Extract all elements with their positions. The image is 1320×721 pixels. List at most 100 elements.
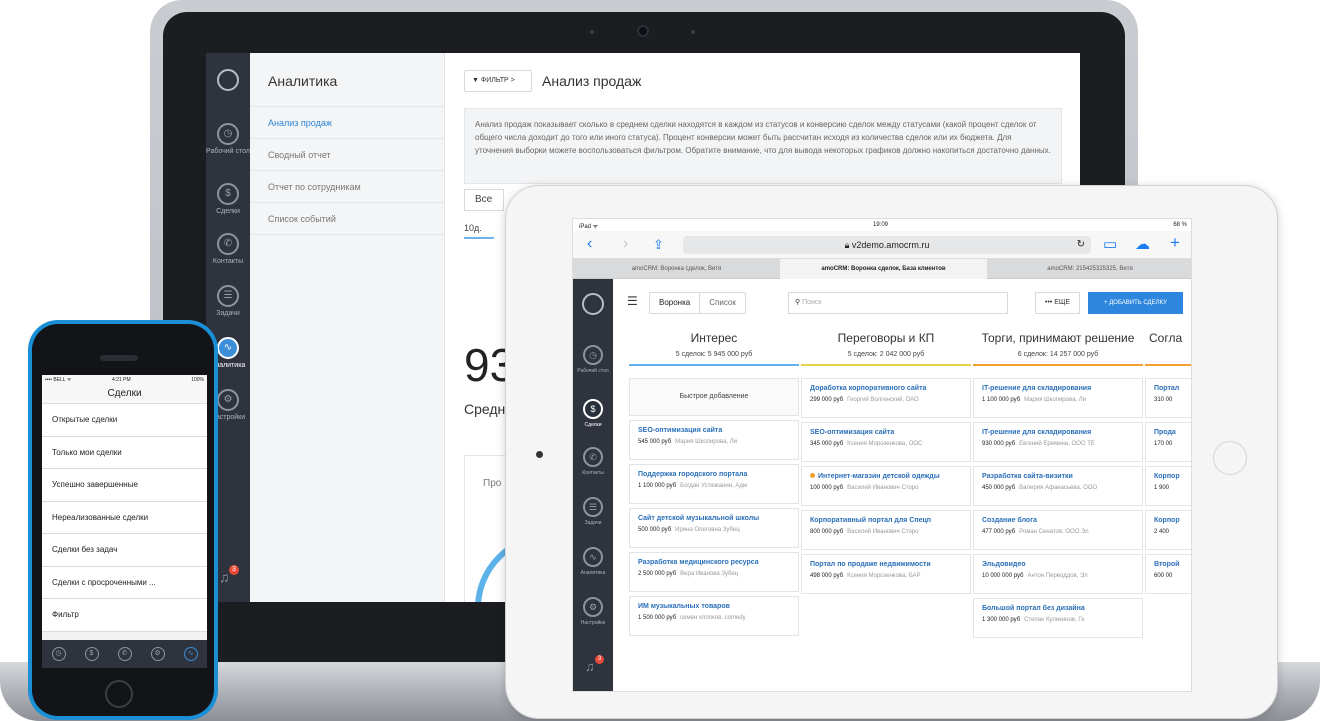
deal-title[interactable]: Прода <box>1154 429 1191 436</box>
list-item-overdue[interactable]: Сделки с просроченными ... <box>42 566 207 599</box>
deal-title[interactable]: SEO-оптимизация сайта <box>638 427 790 434</box>
deal-title[interactable]: Интернет-магазин детской одежды <box>810 473 962 480</box>
list-item-no-tasks[interactable]: Сделки без задач <box>42 534 207 567</box>
deal-title[interactable]: Корпор <box>1154 517 1191 524</box>
list-item-open-deals[interactable]: Открытые сделки <box>42 404 207 437</box>
nav-item-deals[interactable]: $ Сделки <box>573 399 613 428</box>
nav-item-settings[interactable]: ⚙ Настройки <box>573 597 613 626</box>
cloud-icon[interactable]: ☁ <box>1135 235 1150 253</box>
deal-card[interactable]: SEO-оптимизация сайта 545 000 руб Мария Шк… <box>629 420 799 460</box>
nav-item-tasks[interactable]: ☰ Задачи <box>206 285 250 317</box>
deal-card[interactable]: Сайт детской музыкальной школы 500 000 ру… <box>629 508 799 548</box>
list-item-won-deals[interactable]: Успешно завершенные <box>42 469 207 502</box>
deal-card[interactable]: Корпор 2 400 <box>1145 510 1191 550</box>
deal-title[interactable]: Большой портал без дизайна <box>982 605 1134 612</box>
avatar[interactable] <box>217 69 239 91</box>
notifications-button[interactable]: ♫ 3 <box>585 655 604 674</box>
search-input[interactable]: ⚲ Поиск <box>788 292 1008 314</box>
nav-item-dashboard[interactable]: ◷ Рабочий стол <box>573 345 613 374</box>
deal-card[interactable]: Корпоративный портал для Спецп 800 000 ру… <box>801 510 971 550</box>
deal-card[interactable]: ИМ музыкальных товаров 1 500 000 руб семен… <box>629 596 799 636</box>
deal-title[interactable]: Сайт детской музыкальной школы <box>638 515 790 522</box>
back-icon[interactable]: ‹ <box>587 235 592 253</box>
view-list-button[interactable]: Список <box>700 293 745 313</box>
deal-title[interactable]: Разработка медицинского ресурса <box>638 559 790 566</box>
deal-title[interactable]: Поддержка городского портала <box>638 471 790 478</box>
search-placeholder: Поиск <box>802 299 822 306</box>
dollar-icon[interactable]: $ <box>84 647 99 661</box>
deal-card[interactable]: Прода 170 00 <box>1145 422 1191 462</box>
pipeline-select[interactable]: Все <box>464 189 504 211</box>
deal-card[interactable]: Второй 600 00 <box>1145 554 1191 594</box>
nav-item-analytics[interactable]: ∿ Аналитика <box>573 547 613 576</box>
nav-item-contacts[interactable]: ✆ Контакты <box>573 447 613 476</box>
address-bar[interactable]: 🔒︎ v2demo.amocrm.ru ↻ <box>683 236 1091 254</box>
deal-card[interactable]: Интернет-магазин детской одежды 100 000 р… <box>801 466 971 506</box>
bookmarks-icon[interactable]: ▭ <box>1103 235 1117 253</box>
nav-item-dashboard[interactable]: ◷ Рабочий стол <box>206 123 250 155</box>
browser-tab[interactable]: amoCRM: 215425325325, Витя <box>987 259 1191 279</box>
deal-title[interactable]: Портал по продаже недвижимости <box>810 561 962 568</box>
nav-item-deals[interactable]: $ Сделки <box>206 183 250 215</box>
list-item-lost-deals[interactable]: Нереализованные сделки <box>42 501 207 534</box>
deal-contact: Василий Иванович Сторо <box>847 529 919 535</box>
deal-card[interactable]: Корпор 1 900 <box>1145 466 1191 506</box>
sidebar-item-event-list[interactable]: Список событий <box>250 203 444 235</box>
more-button[interactable]: ••• ЕЩЕ <box>1035 292 1080 314</box>
sidebar-item-summary-report[interactable]: Сводный отчет <box>250 139 444 171</box>
deal-title[interactable]: Эльдовидео <box>982 561 1134 568</box>
add-deal-button[interactable]: + ДОБАВИТЬ СДЕЛКУ <box>1088 292 1183 314</box>
sidebar-item-sales-analysis[interactable]: Анализ продаж <box>250 107 444 139</box>
nav-item-contacts[interactable]: ✆ Контакты <box>206 233 250 265</box>
deal-title[interactable]: Разработка сайта-визитки <box>982 473 1134 480</box>
analytics-icon[interactable]: ∿ <box>183 647 198 661</box>
deal-title[interactable]: Создание блога <box>982 517 1134 524</box>
filter-button[interactable]: ▼ ФИЛЬТР > <box>464 70 532 92</box>
deal-title[interactable]: Портал <box>1154 385 1191 392</box>
nav-item-tasks[interactable]: ☰ Задачи <box>573 497 613 526</box>
deal-card[interactable]: Поддержка городского портала 1 100 000 ру… <box>629 464 799 504</box>
deal-title[interactable]: ИМ музыкальных товаров <box>638 603 790 610</box>
forward-icon[interactable]: › <box>623 235 628 253</box>
list-item-filter[interactable]: Фильтр <box>42 599 207 632</box>
deal-card[interactable]: IT-решение для складирования 1 100 000 ру… <box>973 378 1143 418</box>
view-funnel-button[interactable]: Воронка <box>650 293 701 313</box>
deal-title[interactable]: IT-решение для складирования <box>982 385 1134 392</box>
dashboard-icon[interactable]: ◷ <box>51 647 66 661</box>
deal-card[interactable]: Эльдовидео 10 000 000 руб Антон Перводдов,… <box>973 554 1143 594</box>
deal-card[interactable]: Разработка медицинского ресурса 2 500 000… <box>629 552 799 592</box>
browser-tab-active[interactable]: amoCRM: Воронка сделок, База клиентов <box>780 259 987 279</box>
deal-title[interactable]: Доработка корпоративного сайта <box>810 385 962 392</box>
avatar[interactable] <box>582 293 604 315</box>
deal-card[interactable]: IT-решение для складирования 930 000 руб Е… <box>973 422 1143 462</box>
deal-title[interactable]: IT-решение для складирования <box>982 429 1134 436</box>
deal-title[interactable]: Корпор <box>1154 473 1191 480</box>
new-tab-icon[interactable]: + <box>1170 233 1180 253</box>
notifications-button[interactable]: ♫ 3 <box>219 565 239 585</box>
deal-title[interactable]: Корпоративный портал для Спецп <box>810 517 962 524</box>
deal-card[interactable]: Портал по продаже недвижимости 498 000 ру… <box>801 554 971 594</box>
list-item-my-deals[interactable]: Только мои сделки <box>42 436 207 469</box>
deal-card[interactable]: Создание блога 477 000 руб Роман Сенатов, … <box>973 510 1143 550</box>
deal-card[interactable]: Разработка сайта-визитки 450 000 руб Валер… <box>973 466 1143 506</box>
nav-label: Настройки <box>580 620 606 626</box>
period-tab[interactable]: 10д. <box>464 223 494 239</box>
big-number-label: Средн <box>464 401 506 417</box>
deal-card[interactable]: Портал 310 00 <box>1145 378 1191 418</box>
quick-add-button[interactable]: Быстрое добавление <box>629 378 799 416</box>
browser-tab[interactable]: amoCRM: Воронка сделок, Витя <box>573 259 780 279</box>
menu-icon[interactable]: ☰ <box>627 294 638 308</box>
deal-title-text: Интернет-магазин детской одежды <box>818 473 940 480</box>
sidebar-item-staff-report[interactable]: Отчет по сотрудникам <box>250 171 444 203</box>
deal-card[interactable]: SEO-оптимизация сайта 345 000 руб Ксения М… <box>801 422 971 462</box>
phone-icon[interactable]: ✆ <box>117 647 132 661</box>
deal-title[interactable]: SEO-оптимизация сайта <box>810 429 962 436</box>
deal-meta: 600 00 <box>1154 573 1191 579</box>
gear-icon[interactable]: ⚙ <box>150 647 165 661</box>
deal-card[interactable]: Доработка корпоративного сайта 299 000 ру… <box>801 378 971 418</box>
share-icon[interactable]: ⇪ <box>653 237 664 253</box>
deal-meta: 170 00 <box>1154 441 1191 447</box>
deal-card[interactable]: Большой портал без дизайна 1 300 000 руб С… <box>973 598 1143 638</box>
reload-icon[interactable]: ↻ <box>1077 236 1085 254</box>
deal-title[interactable]: Второй <box>1154 561 1191 568</box>
